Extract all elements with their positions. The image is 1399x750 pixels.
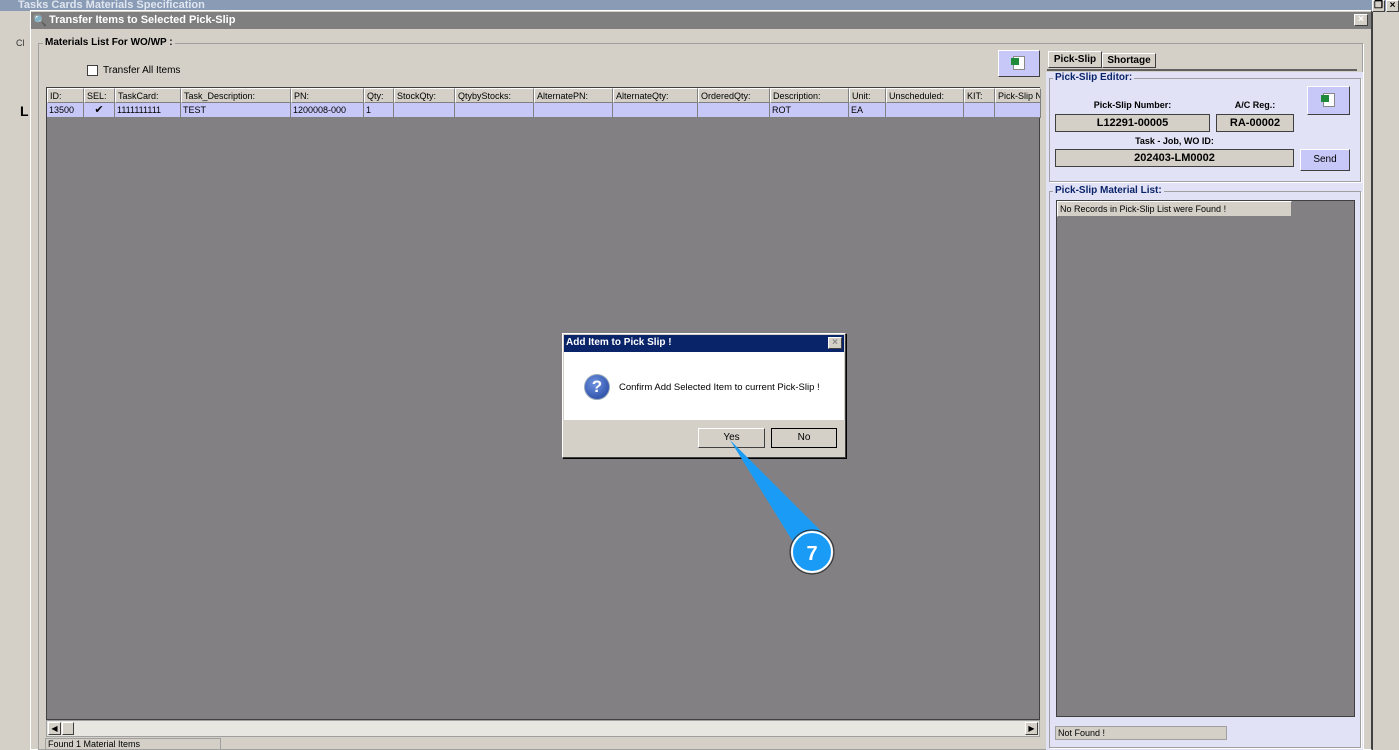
column-header-orderedqty[interactable]: OrderedQty: <box>698 88 770 103</box>
column-header-qty[interactable]: Qty: <box>364 88 394 103</box>
transfer-all-label: Transfer All Items <box>103 65 181 76</box>
empty-message: No Records in Pick-Slip List were Found … <box>1057 201 1292 217</box>
cell-pn: 1200008-000 <box>291 103 364 118</box>
column-header-unscheduled[interactable]: Unscheduled: <box>886 88 964 103</box>
materials-status: Found 1 Material Items <box>45 738 221 750</box>
column-header-taskcard[interactable]: TaskCard: <box>115 88 181 103</box>
magnifier-icon: 🔍 <box>33 15 47 27</box>
cell-alternatepn <box>534 103 613 118</box>
window-title: Transfer Items to Selected Pick-Slip <box>49 14 236 26</box>
dialog-message: Confirm Add Selected Item to current Pic… <box>619 382 820 393</box>
question-icon: ? <box>584 374 610 400</box>
column-header-pickslip[interactable]: Pick-Slip N <box>995 88 1041 103</box>
scroll-left-icon[interactable]: ◀ <box>48 722 61 735</box>
cell-task_description: TEST <box>181 103 291 118</box>
dialog-body: ? Confirm Add Selected Item to current P… <box>564 352 844 420</box>
transfer-all-checkbox[interactable]: Transfer All Items <box>87 65 180 76</box>
material-list-group-label: Pick-Slip Material List: <box>1053 185 1164 196</box>
confirm-dialog: Add Item to Pick Slip ! × ? Confirm Add … <box>562 333 846 458</box>
column-header-kit[interactable]: KIT: <box>964 88 995 103</box>
table-row[interactable]: 13500 ✔ 1111111111 TEST 1200008-000 1 ROT EA <box>47 103 1041 118</box>
toolbar-close-label[interactable]: Cl <box>16 38 25 48</box>
column-header-pn[interactable]: PN: <box>291 88 364 103</box>
column-header-description[interactable]: Description: <box>770 88 849 103</box>
window-title-bar: 🔍 Transfer Items to Selected Pick-Slip × <box>31 12 1371 29</box>
column-header-alternatepn[interactable]: AlternatePN: <box>534 88 613 103</box>
tab-pick-slip[interactable]: Pick-Slip <box>1048 51 1102 68</box>
yes-button[interactable]: Yes <box>698 428 765 448</box>
restore-icon[interactable]: ❐ <box>1372 0 1385 12</box>
column-header-task_description[interactable]: Task_Description: <box>181 88 291 103</box>
task-job-label: Task - Job, WO ID: <box>1135 136 1214 146</box>
editor-excel-button[interactable] <box>1307 86 1350 115</box>
cell-kit <box>964 103 995 118</box>
cell-taskcard: 1111111111 <box>115 103 181 118</box>
no-button[interactable]: No <box>771 428 837 448</box>
cell-alternateqty <box>613 103 698 118</box>
cell-orderedqty <box>698 103 770 118</box>
dialog-close-button[interactable]: × <box>828 337 842 349</box>
grid-header: ID: SEL: TaskCard: Task_Description: PN: Qty:… <box>47 88 1041 103</box>
editor-group-label: Pick-Slip Editor: <box>1053 72 1135 83</box>
close-icon[interactable]: × <box>1386 0 1399 12</box>
window-close-button[interactable]: × <box>1354 14 1368 26</box>
background-window-controls: ❐ × <box>1372 0 1399 12</box>
cell-id: 13500 <box>47 103 84 118</box>
pick-slip-number-label: Pick-Slip Number: <box>1093 100 1172 110</box>
pick-slip-number-field[interactable]: L12291-00005 <box>1055 114 1210 132</box>
ac-reg-label: A/C Reg.: <box>1234 100 1276 110</box>
section-label: L <box>20 103 29 119</box>
dialog-title: Add Item to Pick Slip ! <box>564 335 844 352</box>
column-header-stockqty[interactable]: StockQty: <box>394 88 455 103</box>
horizontal-scrollbar[interactable]: ◀ ▶ <box>46 720 1040 737</box>
column-header-qtybystocks[interactable]: QtybyStocks: <box>455 88 534 103</box>
background-window-right <box>1372 12 1399 750</box>
background-window-body: Cl L <box>0 11 30 750</box>
materials-grid[interactable]: ID: SEL: TaskCard: Task_Description: PN: Qty:… <box>46 87 1041 720</box>
toolbar-button[interactable] <box>10 71 28 91</box>
excel-icon <box>1011 56 1025 70</box>
column-header-id[interactable]: ID: <box>47 88 84 103</box>
materials-group-label: Materials List For WO/WP : <box>43 37 175 48</box>
cell-unscheduled <box>886 103 964 118</box>
scroll-right-icon[interactable]: ▶ <box>1025 722 1038 735</box>
pick-slip-material-grid[interactable]: No Records in Pick-Slip List were Found … <box>1056 200 1355 717</box>
material-list-status: Not Found ! <box>1055 726 1227 740</box>
checkbox-box[interactable] <box>87 65 98 76</box>
column-header-sel[interactable]: SEL: <box>84 88 115 103</box>
send-button[interactable]: Send <box>1300 149 1350 171</box>
tab-shortage[interactable]: Shortage <box>1102 53 1156 68</box>
select-checkbox[interactable]: ✔ <box>84 103 115 118</box>
task-job-field[interactable]: 202403-LM0002 <box>1055 149 1294 167</box>
tab-divider <box>1047 68 1357 71</box>
scroll-thumb[interactable] <box>62 722 74 735</box>
export-excel-button[interactable] <box>998 50 1040 77</box>
cell-qtybystocks <box>455 103 534 118</box>
cell-stockqty <box>394 103 455 118</box>
cell-description: ROT <box>770 103 849 118</box>
column-header-unit[interactable]: Unit: <box>849 88 886 103</box>
column-header-alternateqty[interactable]: AlternateQty: <box>613 88 698 103</box>
ac-reg-field[interactable]: RA-00002 <box>1216 114 1294 132</box>
excel-icon <box>1320 93 1335 107</box>
cell-qty: 1 <box>364 103 394 118</box>
cell-pickslip <box>995 103 1041 118</box>
cell-unit: EA <box>849 103 886 118</box>
